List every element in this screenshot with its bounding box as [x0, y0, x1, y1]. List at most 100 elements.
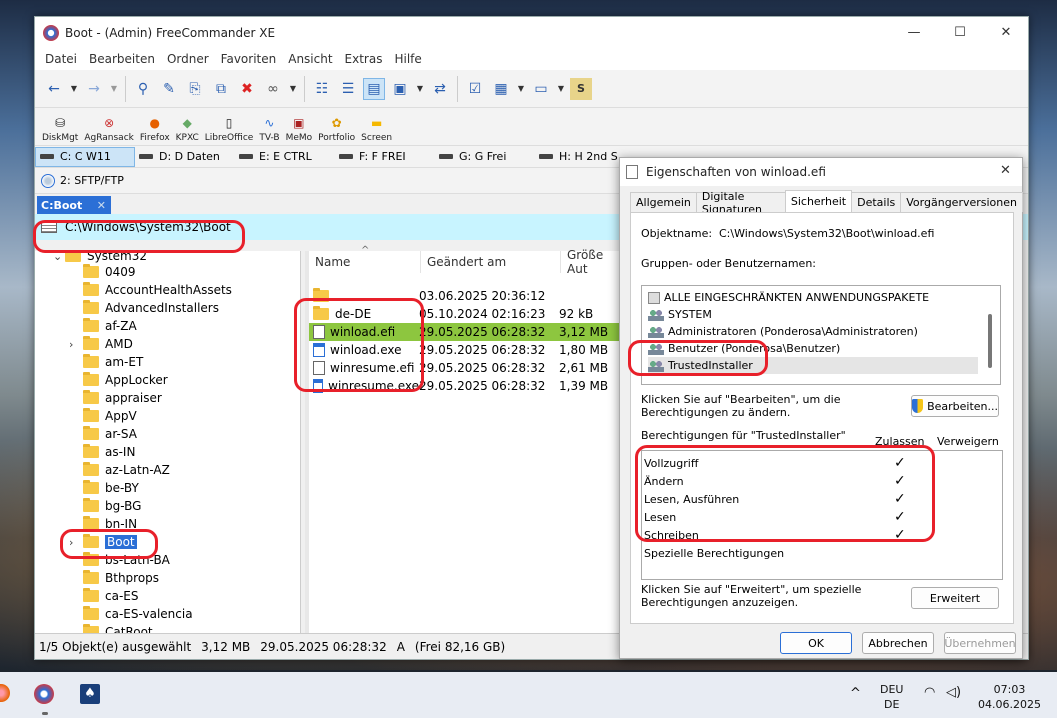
freecommander-taskbar-icon[interactable]	[34, 684, 54, 704]
list-view-icon[interactable]: ☰	[337, 78, 359, 100]
wifi-icon[interactable]: ◠	[924, 685, 935, 700]
layout-dropdown-icon[interactable]: ▼	[516, 78, 526, 100]
copy-icon[interactable]: ⎘	[184, 78, 206, 100]
tool-screen[interactable]: ▬ Screen	[361, 115, 392, 143]
drive-c[interactable]: C: C W11	[35, 146, 135, 167]
menu-ordner[interactable]: Ordner	[161, 52, 215, 66]
drive-icon	[40, 154, 54, 159]
language-indicator[interactable]: DEU DE	[880, 682, 903, 712]
group-item[interactable]: SYSTEM	[648, 306, 978, 323]
checklist-icon[interactable]: ☑	[464, 78, 486, 100]
tab-vorgaengerversionen[interactable]: Vorgängerversionen	[900, 192, 1023, 212]
group-item[interactable]: Administratoren (Ponderosa\Administrator…	[648, 323, 978, 340]
tool-memo[interactable]: ▣ MeMo	[286, 115, 313, 143]
tree-item[interactable]: az-Latn-AZ	[83, 461, 170, 479]
tab-c-boot[interactable]: C:Boot ✕	[37, 196, 111, 214]
tree-item[interactable]: appraiser	[83, 389, 162, 407]
menu-datei[interactable]: Datei	[39, 52, 83, 66]
view-dropdown-icon[interactable]: ▼	[415, 78, 425, 100]
forward-arrow-icon[interactable]: →	[83, 78, 105, 100]
thumbnail-view-icon[interactable]: ▣	[389, 78, 411, 100]
tab-close-icon[interactable]: ✕	[97, 199, 106, 212]
cancel-button[interactable]: Abbrechen	[862, 632, 934, 654]
solitaire-icon[interactable]: ♠	[80, 684, 100, 704]
edit-button[interactable]: Bearbeiten...	[911, 395, 999, 417]
back-dropdown-icon[interactable]: ▼	[69, 78, 79, 100]
column-header-size[interactable]: Größe Aut	[561, 248, 625, 276]
tab-allgemein[interactable]: Allgemein	[630, 192, 697, 212]
tree-item[interactable]: as-IN	[83, 443, 135, 461]
binoculars-dropdown-icon[interactable]: ▼	[288, 78, 298, 100]
tree-item[interactable]: af-ZA	[83, 317, 137, 335]
tool-firefox[interactable]: ● Firefox	[140, 115, 170, 143]
move-icon[interactable]: ⧉	[210, 78, 232, 100]
script-icon[interactable]: S	[570, 77, 592, 100]
menu-favoriten[interactable]: Favoriten	[215, 52, 283, 66]
tree-item[interactable]: ar-SA	[83, 425, 137, 443]
tree-item[interactable]: AppV	[83, 407, 137, 425]
maximize-button[interactable]: ☐	[937, 17, 983, 48]
ftp-connection[interactable]: 2: SFTP/FTP	[60, 174, 124, 187]
edit-pencil-icon[interactable]: ✎	[158, 78, 180, 100]
back-arrow-icon[interactable]: ←	[43, 78, 65, 100]
advanced-button[interactable]: Erweitert	[911, 587, 999, 609]
sync-icon[interactable]: ⇄	[429, 78, 451, 100]
security-panel: Objektname: C:\Windows\System32\Boot\win…	[630, 212, 1014, 624]
tree-item[interactable]: bg-BG	[83, 497, 141, 515]
ok-button[interactable]: OK	[780, 632, 852, 654]
drive-d[interactable]: D: D Daten	[135, 147, 235, 167]
firefox-taskbar-icon[interactable]	[0, 684, 10, 702]
chevron-right-icon[interactable]: ›	[69, 338, 73, 351]
tree-item[interactable]: Bthprops	[83, 569, 159, 587]
window-layout-icon[interactable]: ▭	[530, 78, 552, 100]
tool-agransack[interactable]: ⊗ AgRansack	[84, 115, 134, 143]
column-header-changed[interactable]: Geändert am	[421, 251, 561, 273]
disk-icon: ⛁	[55, 116, 66, 130]
volume-icon[interactable]: ◁)	[946, 685, 961, 700]
tab-details[interactable]: Details	[851, 192, 902, 212]
window-layout-dropdown-icon[interactable]: ▼	[556, 78, 566, 100]
drive-f[interactable]: F: F FREI	[335, 147, 435, 167]
tree-item[interactable]: am-ET	[83, 353, 143, 371]
tool-diskmgt[interactable]: ⛁ DiskMgt	[42, 115, 78, 143]
forward-dropdown-icon[interactable]: ▼	[109, 78, 119, 100]
groups-scrollbar-thumb[interactable]	[988, 314, 992, 368]
properties-dialog: Eigenschaften von winload.efi ✕ Allgemei…	[619, 157, 1023, 659]
group-item[interactable]: ALLE EINGESCHRÄNKTEN ANWENDUNGSPAKETE	[648, 289, 978, 306]
tree-item[interactable]: AppLocker	[83, 371, 168, 389]
tree-item[interactable]: ca-ES	[83, 587, 138, 605]
tree-item[interactable]: be-BY	[83, 479, 139, 497]
menu-ansicht[interactable]: Ansicht	[282, 52, 338, 66]
tree-item[interactable]: AdvancedInstallers	[83, 299, 219, 317]
tray-chevron-icon[interactable]: ^	[850, 686, 861, 701]
tree-view-icon[interactable]: ☷	[311, 78, 333, 100]
layout-grid-icon[interactable]: ▦	[490, 78, 512, 100]
menu-hilfe[interactable]: Hilfe	[388, 52, 427, 66]
menu-extras[interactable]: Extras	[339, 52, 389, 66]
delete-icon[interactable]: ✖	[236, 78, 258, 100]
tab-sicherheit[interactable]: Sicherheit	[784, 190, 853, 212]
details-view-icon[interactable]: ▤	[363, 77, 385, 100]
tree-item[interactable]: › AMD	[69, 335, 133, 353]
drive-icon	[439, 154, 453, 159]
tree-item[interactable]: ca-ES-valencia	[83, 605, 193, 623]
drive-g[interactable]: G: G Frei	[435, 147, 535, 167]
tree-item[interactable]: 0409	[83, 263, 136, 281]
binoculars-icon[interactable]: ∞	[262, 78, 284, 100]
tree-item[interactable]: AccountHealthAssets	[83, 281, 232, 299]
menu-bearbeiten[interactable]: Bearbeiten	[83, 52, 161, 66]
tool-portfolio[interactable]: ✿ Portfolio	[318, 115, 355, 143]
tree-item[interactable]: CatRoot	[83, 623, 153, 633]
minimize-button[interactable]: —	[891, 17, 937, 48]
clock[interactable]: 07:03 04.06.2025	[978, 682, 1041, 712]
tool-libreoffice[interactable]: ▯ LibreOffice	[205, 115, 254, 143]
dialog-close-button[interactable]: ✕	[1000, 163, 1011, 178]
drive-e[interactable]: E: E CTRL	[235, 147, 335, 167]
user-toolbar: ⛁ DiskMgt ⊗ AgRansack ● Firefox ◆ KPXC ▯ Libr…	[35, 108, 1028, 146]
search-icon[interactable]: ⚲	[132, 78, 154, 100]
tool-kpxc[interactable]: ◆ KPXC	[176, 115, 199, 143]
tool-tvb[interactable]: ∿ TV-B	[259, 115, 279, 143]
apply-button[interactable]: Übernehmen	[944, 632, 1016, 654]
close-button[interactable]: ✕	[983, 17, 1029, 48]
tab-digitale-signaturen[interactable]: Digitale Signaturen	[695, 190, 786, 216]
